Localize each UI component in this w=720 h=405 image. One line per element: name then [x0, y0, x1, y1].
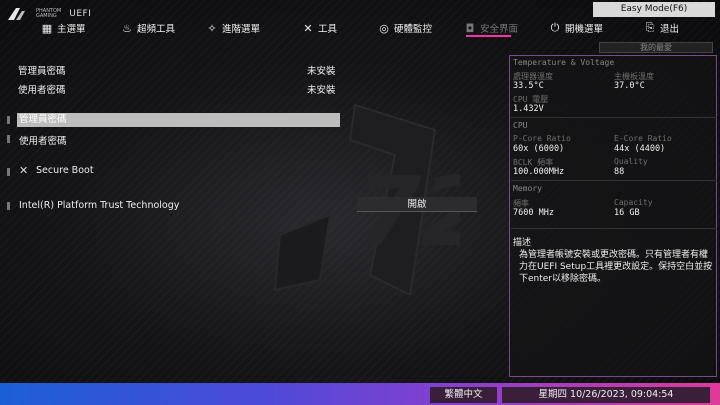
cpu-header: CPU	[513, 121, 528, 130]
description-text: 為管理者帳號安裝或更改密碼。只有管理者有權力在UEFI Setup工具裡更改設定…	[519, 250, 713, 284]
ptt-value-dropdown[interactable]: 開啟	[357, 197, 477, 212]
user-password-status-value: 未安裝	[307, 85, 336, 96]
wrench-icon: ✕	[19, 164, 29, 177]
brand-logo: PHANTOM GAMING UEFI	[6, 6, 91, 22]
bclk-value: 100.000MHz	[513, 167, 565, 177]
flame-icon: ♨	[122, 21, 132, 35]
monitor-icon: ◎	[379, 21, 389, 35]
quality-value: 88	[614, 167, 625, 177]
language-button[interactable]: 繁體中文	[430, 387, 497, 403]
easy-mode-button[interactable]: Easy Mode(F6)	[593, 2, 715, 17]
menu-item-platform-trust-technology[interactable]: Intel(R) Platform Trust Technology	[19, 200, 179, 211]
row-marker	[7, 202, 10, 210]
uefi-label: UEFI	[69, 9, 92, 19]
main-nav: ▦ 主選單 ♨ 超頻工具 ✧ 進階選單 ✕ 工具 ◎ 硬體監控 ◘ 安全界面 ⏻…	[0, 21, 720, 37]
row-marker	[7, 116, 10, 124]
tab-hardware-monitor[interactable]: ◎ 硬體監控	[378, 21, 432, 36]
power-icon: ⏻	[550, 21, 560, 34]
mb-temp-value: 37.0°C	[614, 81, 645, 91]
temp-voltage-header: Temperature & Voltage	[513, 58, 615, 67]
description-title: 描述	[513, 238, 532, 248]
memory-capacity-label: Capacity	[614, 198, 653, 207]
panel-divider	[511, 117, 717, 118]
tab-advanced[interactable]: ✧ 進階選單	[206, 21, 260, 36]
pcore-ratio-value: 60x (6000)	[513, 144, 565, 154]
tools-icon: ✕	[303, 21, 313, 35]
ecore-ratio-label: E-Core Ratio	[614, 134, 672, 143]
row-marker	[7, 168, 10, 176]
phantom-gaming-logo-icon	[8, 8, 25, 20]
user-password-status-label: 使用者密碼	[18, 85, 66, 96]
quality-label: Quality	[614, 157, 648, 166]
grid-icon: ▦	[41, 21, 53, 35]
shield-icon: ◘	[465, 21, 475, 35]
row-marker	[7, 135, 10, 143]
cpu-voltage-value: 1.432V	[513, 104, 544, 114]
menu-item-secure-boot[interactable]: Secure Boot	[36, 165, 94, 176]
favorites-button[interactable]: 我的最愛	[599, 42, 713, 53]
cpu-temp-value: 33.5°C	[513, 81, 544, 91]
memory-capacity-value: 16 GB	[614, 208, 640, 218]
memory-header: Memory	[513, 184, 542, 193]
panel-divider	[511, 228, 717, 229]
menu-item-admin-password[interactable]: 管理員密碼	[17, 113, 340, 127]
svg-text:72: 72	[355, 158, 460, 268]
info-panel: Temperature & Voltage 處理器溫度 主機板溫度 33.5°C…	[509, 55, 717, 377]
exit-icon: ⎘	[645, 21, 655, 34]
tab-main[interactable]: ▦ 主選單	[41, 21, 86, 36]
panel-divider	[511, 180, 717, 181]
admin-password-status-value: 未安裝	[307, 66, 336, 77]
tab-exit[interactable]: ⎘ 退出	[644, 21, 679, 35]
tab-boot[interactable]: ⏻ 開機選單	[549, 21, 603, 35]
pcore-ratio-label: P-Core Ratio	[513, 134, 571, 143]
memory-frequency-value: 7600 MHz	[513, 208, 554, 218]
datetime-display: 星期四 10/26/2023, 09:04:54	[502, 387, 710, 403]
menu-item-user-password[interactable]: 使用者密碼	[19, 133, 67, 147]
star-icon: ✧	[207, 21, 217, 35]
tab-tools[interactable]: ✕ 工具	[302, 21, 337, 36]
tab-security[interactable]: ◘ 安全界面	[464, 21, 518, 36]
ecore-ratio-value: 44x (4400)	[614, 144, 666, 154]
active-tab-underline	[466, 35, 511, 37]
tab-oc-tweaker[interactable]: ♨ 超頻工具	[121, 21, 175, 36]
logo-text-line2: GAMING	[36, 13, 57, 19]
admin-password-status-label: 管理員密碼	[18, 66, 66, 77]
